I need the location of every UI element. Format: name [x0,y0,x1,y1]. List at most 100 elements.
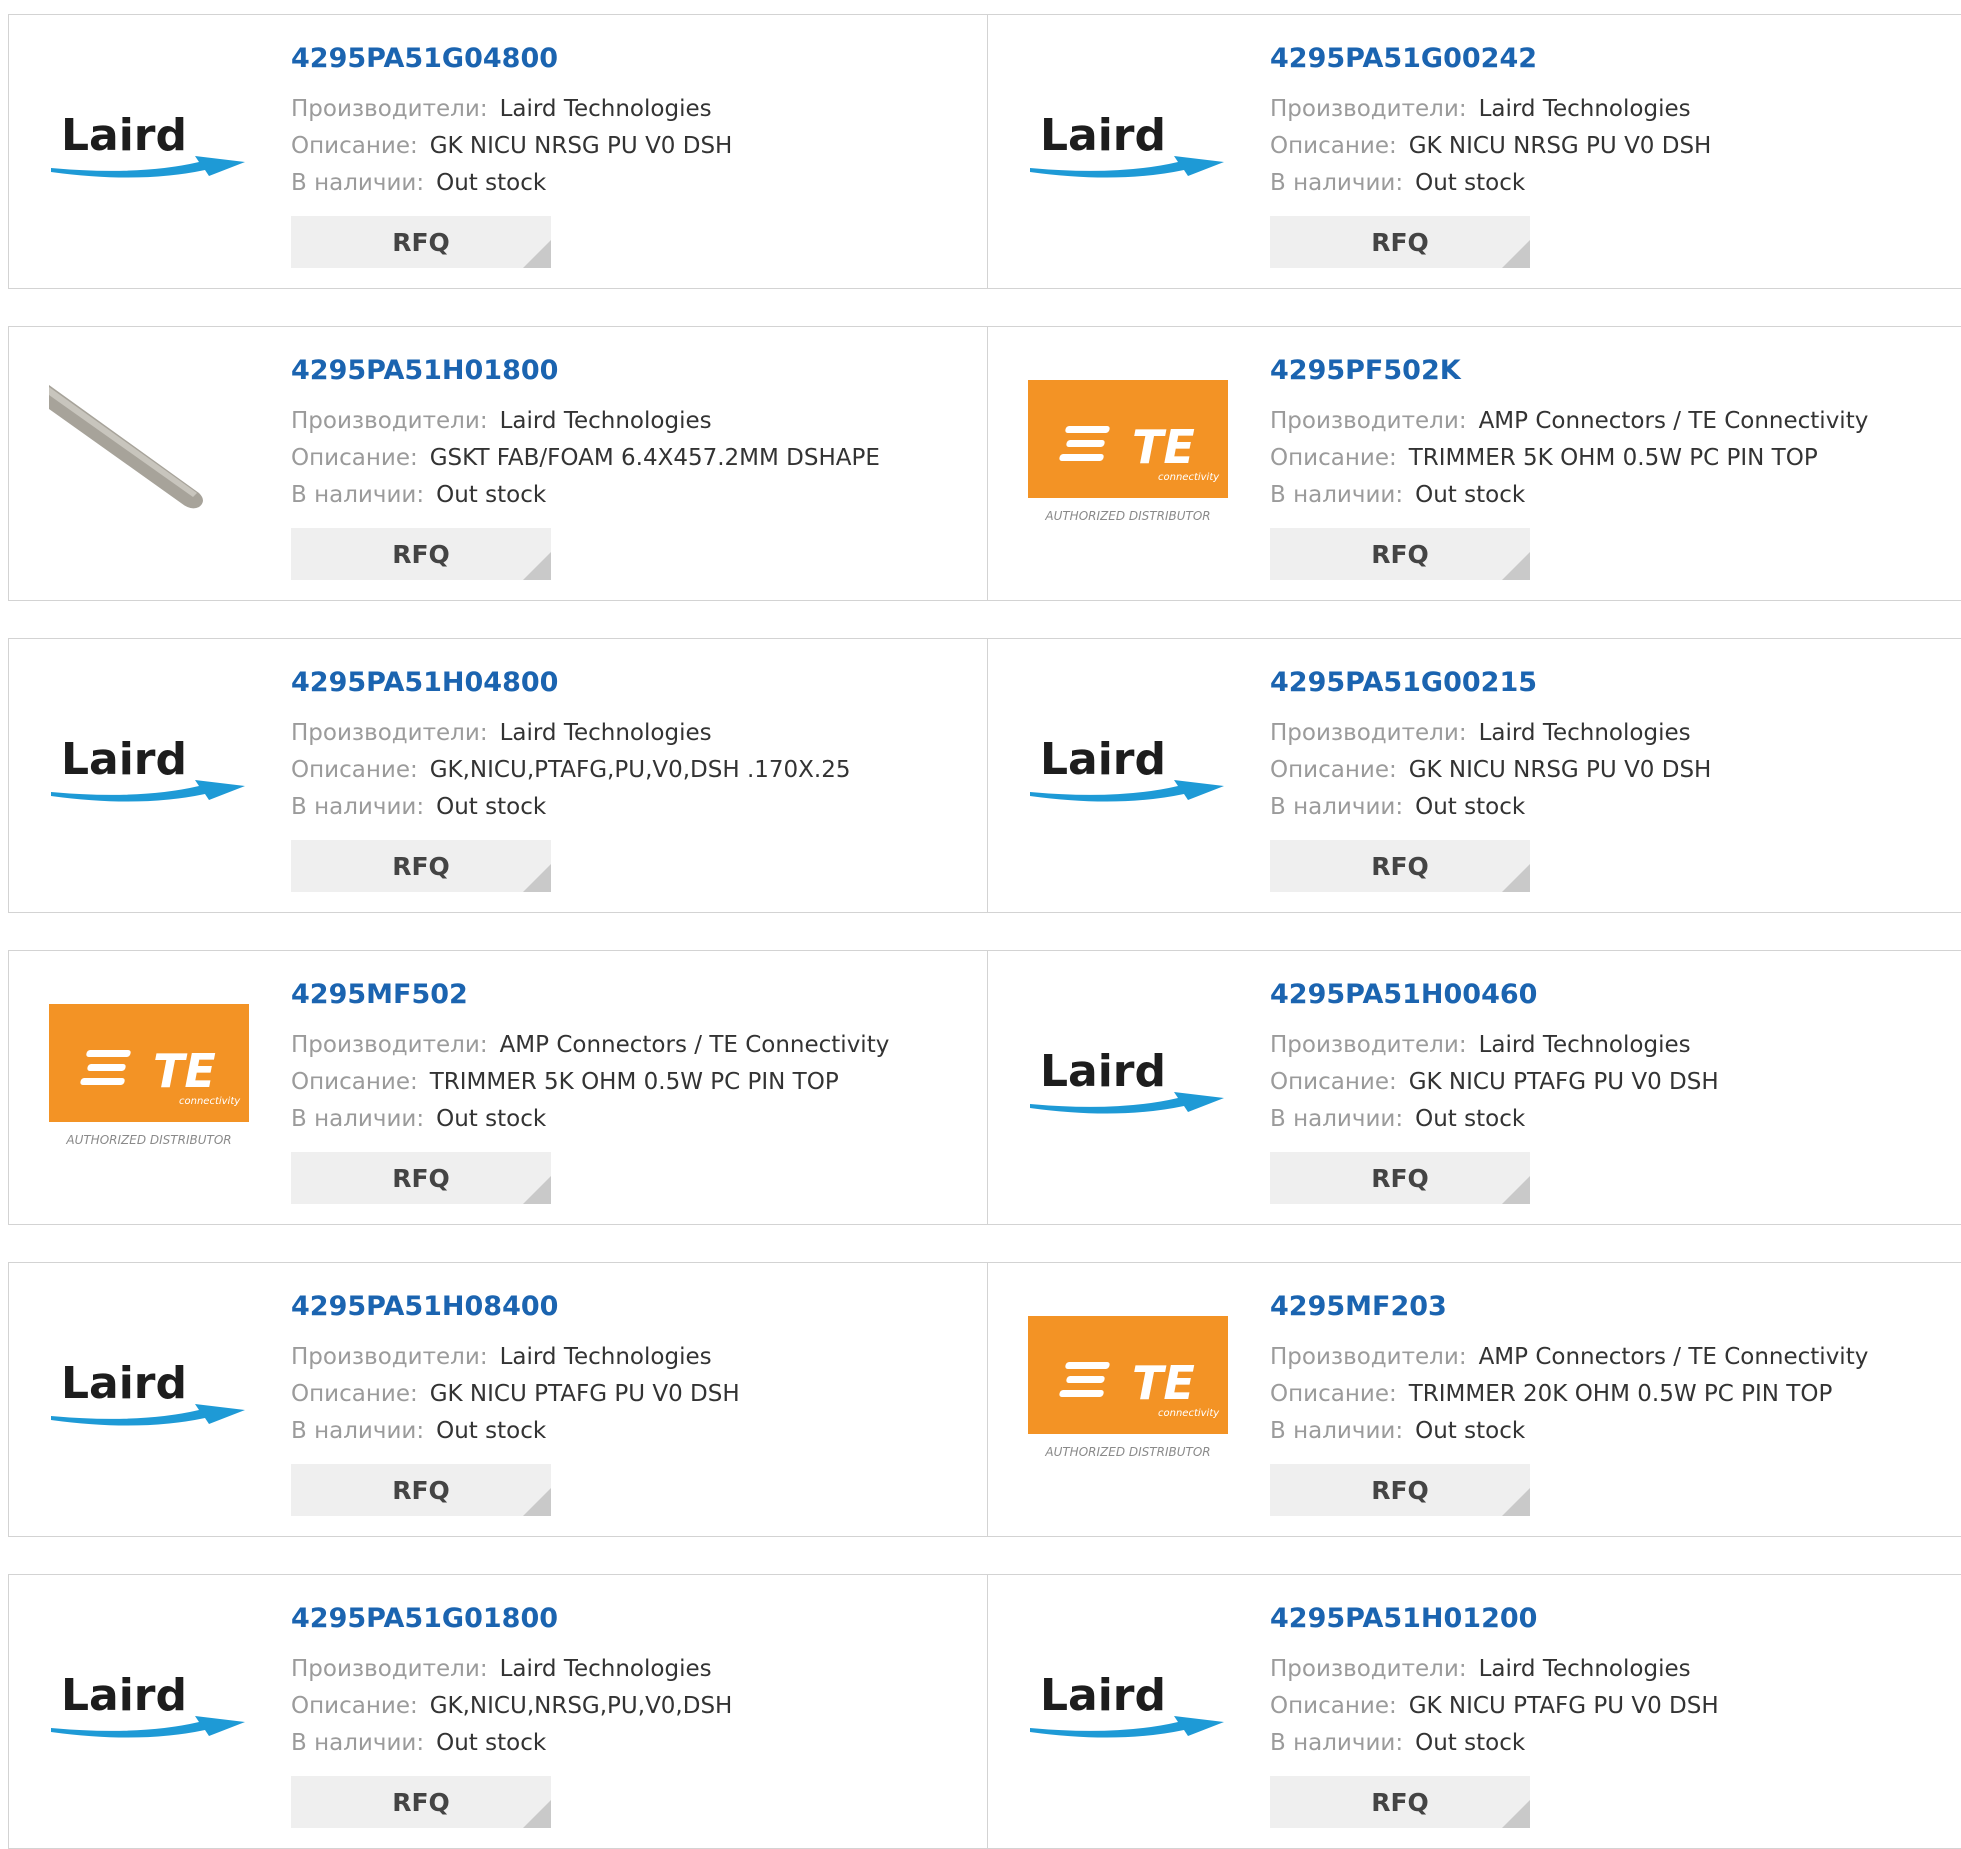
product-image[interactable]: Laird [1028,1623,1228,1783]
description-label: Описание: [1270,133,1397,160]
stock-row: В наличии: Out stock [1270,165,1950,202]
stock-row: В наличии: Out stock [1270,1101,1950,1138]
stock-row: В наличии: Out stock [1270,477,1950,514]
manufacturer-label: Производители: [291,1344,488,1371]
laird-logo: Laird [51,1670,245,1738]
stock-label: В наличии: [1270,482,1404,509]
product-info: 4295PA51H01200 Производители: Laird Techn… [1270,1603,1950,1829]
manufacturer-row: Производители: AMP Connectors / TE Connec… [1270,403,1950,440]
rfq-button[interactable]: RFQ [1270,1776,1530,1829]
manufacturer-label: Производители: [1270,96,1467,123]
stock-value: Out stock [1415,170,1526,197]
product-image[interactable]: Laird [49,1311,249,1471]
rfq-button[interactable]: RFQ [1270,840,1530,893]
stock-value: Out stock [1415,482,1526,509]
stock-value: Out stock [1415,1106,1526,1133]
laird-logo: Laird [1030,1670,1224,1738]
product-image[interactable]: Laird [1028,687,1228,847]
laird-logo: Laird [1030,1046,1224,1114]
stock-value: Out stock [436,482,547,509]
product-card: TE connectivity AUTHORIZED DISTRIBUTOR 429… [987,1262,1961,1537]
product-card: Laird 4295PA51H08400 Производители: Laird… [8,1262,988,1537]
rfq-button[interactable]: RFQ [1270,528,1530,581]
product-card: Laird 4295PA51H01200 Производители: Laird… [987,1574,1961,1849]
rfq-button[interactable]: RFQ [291,1152,551,1205]
manufacturer-label: Производители: [291,1656,488,1683]
part-number-link[interactable]: 4295PA51G00242 [1270,43,1950,75]
product-image[interactable]: Laird [1028,999,1228,1159]
manufacturer-row: Производители: Laird Technologies [291,403,971,440]
rfq-button[interactable]: RFQ [1270,1152,1530,1205]
product-card: Laird 4295PA51G04800 Производители: Laird… [8,14,988,289]
description-label: Описание: [291,757,418,784]
product-image[interactable]: TE connectivity AUTHORIZED DISTRIBUTOR [1028,375,1228,535]
rfq-button[interactable]: RFQ [1270,1464,1530,1517]
manufacturer-value: Laird Technologies [1478,1656,1691,1683]
product-image[interactable]: TE connectivity AUTHORIZED DISTRIBUTOR [1028,1311,1228,1471]
part-number-link[interactable]: 4295PA51H01800 [291,355,971,387]
part-number-link[interactable]: 4295PA51G00215 [1270,667,1950,699]
stock-label: В наличии: [1270,1106,1404,1133]
stock-value: Out stock [436,1106,547,1133]
stock-label: В наличии: [291,794,425,821]
product-image[interactable] [49,375,249,535]
corner-triangle-icon [1502,1176,1530,1205]
part-number-link[interactable]: 4295MF502 [291,979,971,1011]
te-logo: TEconnectivity AUTHORIZED DISTRIBUTOR [1028,1316,1228,1459]
product-info: 4295PA51H01800 Производители: Laird Techn… [291,355,971,581]
laird-logo: Laird [1030,734,1224,802]
description-value: GK NICU PTAFG PU V0 DSH [1408,1069,1719,1096]
product-image[interactable]: TE connectivity AUTHORIZED DISTRIBUTOR [49,999,249,1159]
description-row: Описание: GK NICU NRSG PU V0 DSH [291,128,971,165]
part-number-link[interactable]: 4295PA51H01200 [1270,1603,1950,1635]
part-number-link[interactable]: 4295PA51G01800 [291,1603,971,1635]
manufacturer-row: Производители: AMP Connectors / TE Connec… [291,1027,971,1064]
rfq-button[interactable]: RFQ [291,840,551,893]
description-label: Описание: [291,1381,418,1408]
product-image[interactable]: Laird [1028,63,1228,223]
svg-text:Laird: Laird [1040,1670,1166,1721]
rfq-label: RFQ [1371,1163,1429,1193]
stock-label: В наличии: [1270,170,1404,197]
stock-row: В наличии: Out stock [291,165,971,202]
part-number-link[interactable]: 4295PA51G04800 [291,43,971,75]
svg-text:AUTHORIZED DISTRIBUTOR: AUTHORIZED DISTRIBUTOR [1044,509,1210,523]
product-card: Laird 4295PA51G01800 Производители: Laird… [8,1574,988,1849]
corner-triangle-icon [1502,1488,1530,1517]
laird-logo: Laird [1030,110,1224,178]
description-label: Описание: [291,133,418,160]
manufacturer-row: Производители: Laird Technologies [1270,91,1950,128]
svg-text:connectivity: connectivity [1158,472,1220,483]
stock-value: Out stock [436,1418,547,1445]
rfq-button[interactable]: RFQ [291,216,551,269]
rfq-label: RFQ [392,227,450,257]
product-image[interactable]: Laird [49,1623,249,1783]
part-number-link[interactable]: 4295PF502K [1270,355,1950,387]
part-number-link[interactable]: 4295PA51H00460 [1270,979,1950,1011]
svg-text:Laird: Laird [1040,110,1166,161]
rfq-button[interactable]: RFQ [291,1464,551,1517]
part-number-link[interactable]: 4295PA51H08400 [291,1291,971,1323]
stock-label: В наличии: [1270,794,1404,821]
manufacturer-value: AMP Connectors / TE Connectivity [499,1032,890,1059]
product-info: 4295PA51H08400 Производители: Laird Techn… [291,1291,971,1517]
product-image[interactable]: Laird [49,687,249,847]
stock-label: В наличии: [1270,1418,1404,1445]
te-logo: TEconnectivity AUTHORIZED DISTRIBUTOR [1028,380,1228,523]
manufacturer-row: Производители: Laird Technologies [291,715,971,752]
laird-logo: Laird [51,734,245,802]
rfq-label: RFQ [1371,227,1429,257]
manufacturer-label: Производители: [1270,1032,1467,1059]
rfq-button[interactable]: RFQ [291,1776,551,1829]
description-value: GK,NICU,NRSG,PU,V0,DSH [429,1693,733,1720]
svg-text:TE: TE [1132,420,1195,474]
manufacturer-row: Производители: AMP Connectors / TE Connec… [1270,1339,1950,1376]
manufacturer-value: AMP Connectors / TE Connectivity [1478,408,1869,435]
description-row: Описание: GK,NICU,NRSG,PU,V0,DSH [291,1688,971,1725]
part-number-link[interactable]: 4295PA51H04800 [291,667,971,699]
part-number-link[interactable]: 4295MF203 [1270,1291,1950,1323]
product-image[interactable]: Laird [49,63,249,223]
product-info: 4295PA51H00460 Производители: Laird Techn… [1270,979,1950,1205]
rfq-button[interactable]: RFQ [291,528,551,581]
rfq-button[interactable]: RFQ [1270,216,1530,269]
